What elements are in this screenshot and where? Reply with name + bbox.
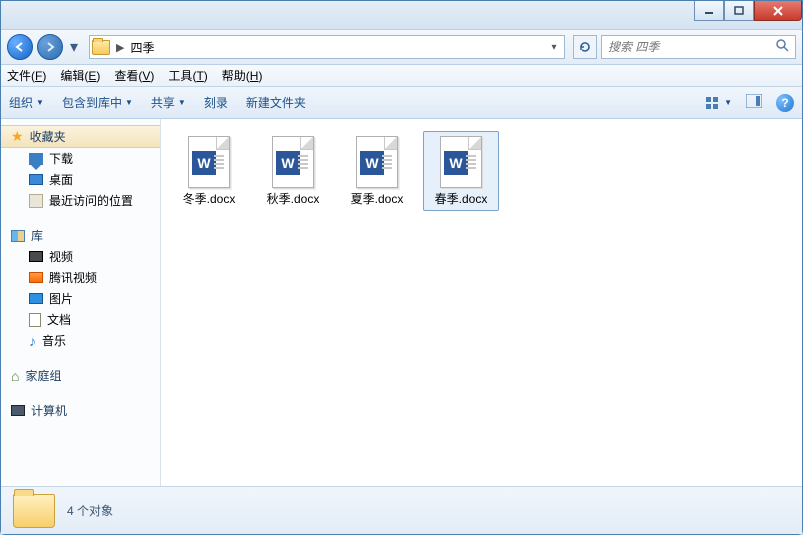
search-box[interactable]: [601, 35, 796, 59]
body: ★收藏夹 下载 桌面 最近访问的位置 库 视频 腾讯视频 图片 文档 ♪音乐 ⌂…: [1, 119, 802, 486]
navigation-pane[interactable]: ★收藏夹 下载 桌面 最近访问的位置 库 视频 腾讯视频 图片 文档 ♪音乐 ⌂…: [1, 119, 161, 486]
back-button[interactable]: [7, 34, 33, 60]
word-document-icon: W: [440, 136, 482, 188]
maximize-button[interactable]: [724, 1, 754, 21]
video-icon: [29, 251, 43, 262]
recent-icon: [29, 194, 43, 208]
file-label: 冬季.docx: [183, 192, 236, 206]
organize-button[interactable]: 组织 ▼: [9, 94, 44, 111]
menu-file[interactable]: 文件(F): [7, 67, 46, 84]
address-bar[interactable]: ▶ 四季 ▾: [89, 35, 565, 59]
new-folder-button[interactable]: 新建文件夹: [246, 94, 306, 111]
file-label: 秋季.docx: [267, 192, 320, 206]
breadcrumb-separator[interactable]: ▶: [116, 41, 124, 54]
tencent-video-icon: [29, 272, 43, 283]
sidebar-item-videos[interactable]: 视频: [1, 246, 160, 267]
menu-tools[interactable]: 工具(T): [168, 67, 207, 84]
explorer-window: ▾ ▶ 四季 ▾ 文件(F) 编辑(E) 查看(V) 工具(T) 帮助(H) 组…: [0, 0, 803, 535]
breadcrumb-folder[interactable]: 四季: [130, 39, 154, 56]
status-text: 4 个对象: [67, 502, 113, 519]
computer-icon: [11, 405, 25, 416]
file-item[interactable]: W 秋季.docx: [255, 131, 331, 211]
word-document-icon: W: [272, 136, 314, 188]
libraries-icon: [11, 230, 25, 242]
change-view-button[interactable]: ▼: [705, 96, 732, 110]
documents-icon: [29, 313, 41, 327]
word-document-icon: W: [356, 136, 398, 188]
menu-help[interactable]: 帮助(H): [222, 67, 263, 84]
titlebar: [1, 1, 802, 30]
command-bar: 组织 ▼ 包含到库中 ▼ 共享 ▼ 刻录 新建文件夹 ▼ ?: [1, 87, 802, 119]
sidebar-item-desktop[interactable]: 桌面: [1, 169, 160, 190]
file-label: 春季.docx: [435, 192, 488, 206]
history-dropdown[interactable]: ▾: [67, 37, 81, 57]
sidebar-homegroup-header[interactable]: ⌂家庭组: [1, 365, 160, 386]
pictures-icon: [29, 293, 43, 304]
download-icon: [29, 153, 43, 165]
sidebar-item-pictures[interactable]: 图片: [1, 288, 160, 309]
forward-button[interactable]: [37, 34, 63, 60]
folder-icon: [92, 40, 110, 55]
burn-button[interactable]: 刻录: [204, 94, 228, 111]
address-dropdown[interactable]: ▾: [546, 42, 562, 53]
sidebar-item-music[interactable]: ♪音乐: [1, 330, 160, 351]
file-label: 夏季.docx: [351, 192, 404, 206]
file-item[interactable]: W 春季.docx: [423, 131, 499, 211]
include-in-library-button[interactable]: 包含到库中 ▼: [62, 94, 133, 111]
desktop-icon: [29, 174, 43, 185]
details-pane: 4 个对象: [1, 486, 802, 534]
word-document-icon: W: [188, 136, 230, 188]
file-item[interactable]: W 夏季.docx: [339, 131, 415, 211]
help-button[interactable]: ?: [776, 94, 794, 112]
sidebar-favorites-header[interactable]: ★收藏夹: [1, 125, 160, 148]
sidebar-item-downloads[interactable]: 下载: [1, 148, 160, 169]
search-icon[interactable]: [775, 38, 789, 57]
sidebar-computer-header[interactable]: 计算机: [1, 400, 160, 421]
sidebar-item-recent[interactable]: 最近访问的位置: [1, 190, 160, 211]
sidebar-item-tencent-video[interactable]: 腾讯视频: [1, 267, 160, 288]
file-item[interactable]: W 冬季.docx: [171, 131, 247, 211]
sidebar-item-documents[interactable]: 文档: [1, 309, 160, 330]
menubar: 文件(F) 编辑(E) 查看(V) 工具(T) 帮助(H): [1, 65, 802, 87]
close-button[interactable]: [754, 1, 802, 21]
folder-icon: [13, 494, 55, 528]
menu-view[interactable]: 查看(V): [114, 67, 154, 84]
minimize-button[interactable]: [694, 1, 724, 21]
menu-edit[interactable]: 编辑(E): [60, 67, 100, 84]
share-button[interactable]: 共享 ▼: [151, 94, 186, 111]
preview-pane-button[interactable]: [746, 94, 762, 111]
search-input[interactable]: [608, 40, 769, 54]
homegroup-icon: ⌂: [11, 368, 19, 384]
sidebar-libraries-header[interactable]: 库: [1, 225, 160, 246]
refresh-button[interactable]: [573, 35, 597, 59]
file-list[interactable]: W 冬季.docx W 秋季.docx W 夏季.docx W 春季.docx: [161, 119, 802, 486]
star-icon: ★: [11, 128, 24, 145]
navigation-bar: ▾ ▶ 四季 ▾: [1, 30, 802, 65]
music-icon: ♪: [29, 333, 36, 349]
